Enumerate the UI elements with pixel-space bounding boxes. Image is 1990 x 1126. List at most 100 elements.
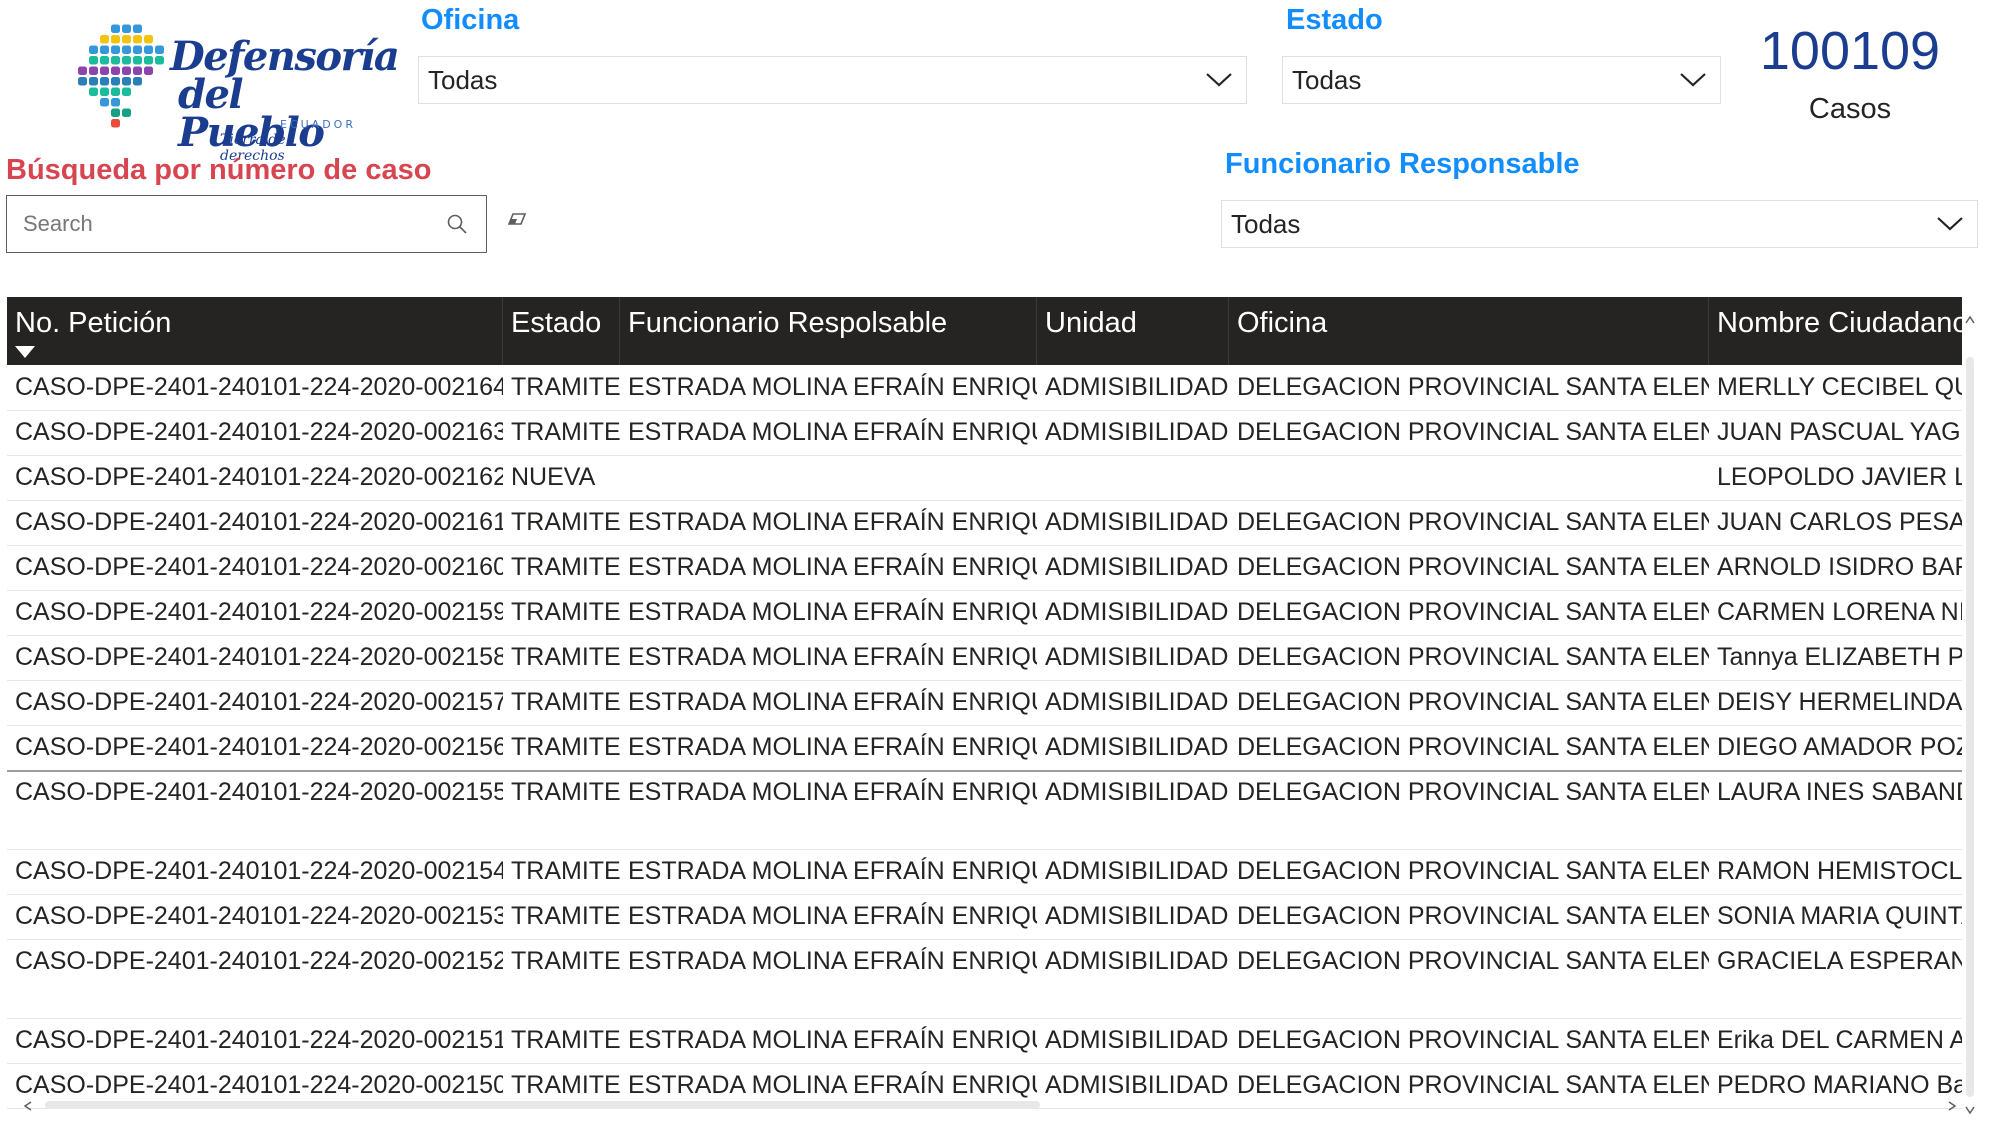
defensoria-logo: Defensoría del Pueblo ECUADOR Tierra de … — [70, 10, 400, 164]
cell-estado: TRAMITE — [511, 508, 620, 536]
casos-table: No. Petición Estado Funcionario Respolsa… — [7, 297, 1962, 1120]
cell-estado: TRAMITE — [511, 688, 620, 716]
cell-no-peticion: CASO-DPE-2401-240101-224-2020-002162 — [15, 463, 503, 491]
table-row[interactable]: CASO-DPE-2401-240101-224-2020-002158 TRAM… — [7, 635, 1962, 681]
cell-no-peticion: CASO-DPE-2401-240101-224-2020-002159 — [15, 598, 503, 626]
casos-label: Casos — [1808, 93, 1892, 125]
cell-funcionario: ESTRADA MOLINA EFRAÍN ENRIQUE — [628, 598, 1037, 626]
column-header-nombre-ciudadano[interactable]: Nombre Ciudadano — [1709, 297, 1962, 365]
cell-unidad: ADMISIBILIDAD — [1045, 1026, 1229, 1054]
cell-nombre-ciudadano: GRACIELA ESPERANZA — [1717, 947, 1962, 975]
cell-funcionario: ESTRADA MOLINA EFRAÍN ENRIQUE — [628, 902, 1037, 930]
logo-tile — [89, 56, 98, 65]
cell-funcionario: ESTRADA MOLINA EFRAÍN ENRIQUE — [628, 1026, 1037, 1054]
cell-nombre-ciudadano: DIEGO AMADOR POZO — [1717, 733, 1962, 761]
scroll-down-icon[interactable] — [1964, 1105, 1976, 1115]
logo-tile — [111, 35, 120, 44]
cell-oficina: DELEGACION PROVINCIAL SANTA ELENA — [1237, 1026, 1709, 1054]
table-row[interactable]: CASO-DPE-2401-240101-224-2020-002157 TRAM… — [7, 680, 1962, 726]
logo-tile — [100, 87, 109, 96]
cell-oficina: DELEGACION PROVINCIAL SANTA ELENA — [1237, 373, 1709, 401]
cell-no-peticion: CASO-DPE-2401-240101-224-2020-002153 — [15, 902, 503, 930]
cell-funcionario: ESTRADA MOLINA EFRAÍN ENRIQUE — [628, 643, 1037, 671]
cell-nombre-ciudadano: ARNOLD ISIDRO BARZOLA — [1717, 553, 1962, 581]
cell-unidad: ADMISIBILIDAD — [1045, 778, 1229, 806]
case-search-box[interactable] — [6, 195, 487, 253]
logo-tile — [89, 66, 98, 75]
cell-estado: TRAMITE — [511, 1026, 620, 1054]
eraser-icon[interactable] — [505, 210, 529, 230]
logo-tile — [111, 108, 120, 117]
cell-no-peticion: CASO-DPE-2401-240101-224-2020-002164 — [15, 373, 503, 401]
funcionario-dropdown[interactable]: Todas — [1221, 200, 1978, 248]
cell-no-peticion: CASO-DPE-2401-240101-224-2020-002157 — [15, 688, 503, 716]
column-header-no-peticion[interactable]: No. Petición — [7, 297, 503, 365]
sort-descending-icon[interactable] — [15, 346, 35, 358]
cell-estado: TRAMITE — [511, 778, 620, 806]
cell-nombre-ciudadano: LEOPOLDO JAVIER Larrea — [1717, 463, 1962, 491]
vertical-scrollbar[interactable] — [1962, 297, 1978, 1120]
logo-tile — [111, 98, 120, 107]
cell-no-peticion: CASO-DPE-2401-240101-224-2020-002160 — [15, 553, 503, 581]
cell-oficina: DELEGACION PROVINCIAL SANTA ELENA — [1237, 947, 1709, 975]
search-icon[interactable] — [446, 213, 468, 235]
case-search-input[interactable] — [21, 210, 446, 238]
scroll-up-icon[interactable] — [1964, 315, 1976, 325]
cell-no-peticion: CASO-DPE-2401-240101-224-2020-002161 — [15, 508, 503, 536]
column-header-unidad[interactable]: Unidad — [1037, 297, 1229, 365]
column-header-funcionario[interactable]: Funcionario Respolsable — [620, 297, 1037, 365]
cell-funcionario: ESTRADA MOLINA EFRAÍN ENRIQUE — [628, 508, 1037, 536]
vertical-scroll-thumb[interactable] — [1966, 357, 1974, 1097]
logo-tile — [133, 45, 142, 54]
table-row[interactable]: CASO-DPE-2401-240101-224-2020-002161 TRAM… — [7, 500, 1962, 546]
logo-tile — [144, 66, 153, 75]
logo-tile — [122, 108, 131, 117]
cell-nombre-ciudadano: DEISY HERMELINDA CEDEÑO — [1717, 688, 1962, 716]
estado-dropdown-value: Todas — [1292, 64, 1362, 95]
scroll-right-icon[interactable] — [1947, 1100, 1957, 1112]
logo-tile — [78, 66, 87, 75]
cell-estado: TRAMITE — [511, 902, 620, 930]
table-row[interactable]: CASO-DPE-2401-240101-224-2020-002163 TRAM… — [7, 410, 1962, 456]
cell-unidad: ADMISIBILIDAD — [1045, 902, 1229, 930]
logo-tile — [111, 77, 120, 86]
cell-oficina: DELEGACION PROVINCIAL SANTA ELENA — [1237, 902, 1709, 930]
table-row[interactable]: CASO-DPE-2401-240101-224-2020-002162 NUEV… — [7, 455, 1962, 501]
funcionario-dropdown-value: Todas — [1231, 208, 1301, 239]
logo-tile — [78, 77, 87, 86]
table-row[interactable]: CASO-DPE-2401-240101-224-2020-002152 TRAM… — [7, 939, 1962, 1019]
table-row[interactable]: CASO-DPE-2401-240101-224-2020-002159 TRAM… — [7, 590, 1962, 636]
logo-tile — [122, 87, 131, 96]
cell-unidad: ADMISIBILIDAD — [1045, 947, 1229, 975]
table-row[interactable]: CASO-DPE-2401-240101-224-2020-002156 TRAM… — [7, 725, 1962, 772]
cell-funcionario: ESTRADA MOLINA EFRAÍN ENRIQUE — [628, 778, 1037, 806]
cell-no-peticion: CASO-DPE-2401-240101-224-2020-002151 — [15, 1026, 503, 1054]
logo-tile — [133, 77, 142, 86]
scroll-left-icon[interactable] — [23, 1100, 33, 1112]
cell-unidad: ADMISIBILIDAD — [1045, 857, 1229, 885]
oficina-dropdown[interactable]: Todas — [418, 56, 1247, 104]
cell-unidad: ADMISIBILIDAD — [1045, 418, 1229, 446]
table-row[interactable]: CASO-DPE-2401-240101-224-2020-002154 TRAM… — [7, 849, 1962, 895]
logo-tile — [133, 66, 142, 75]
table-row[interactable]: CASO-DPE-2401-240101-224-2020-002160 TRAM… — [7, 545, 1962, 591]
horizontal-scroll-thumb[interactable] — [45, 1101, 1040, 1109]
estado-dropdown[interactable]: Todas — [1282, 56, 1721, 104]
column-header-estado[interactable]: Estado — [503, 297, 620, 365]
cell-estado: TRAMITE — [511, 598, 620, 626]
logo-tile — [122, 35, 131, 44]
table-row[interactable]: CASO-DPE-2401-240101-224-2020-002151 TRAM… — [7, 1018, 1962, 1064]
column-header-oficina[interactable]: Oficina — [1229, 297, 1709, 365]
cell-nombre-ciudadano: Tannya ELIZABETH PLAZA — [1717, 643, 1962, 671]
cell-unidad: ADMISIBILIDAD — [1045, 643, 1229, 671]
table-row[interactable]: CASO-DPE-2401-240101-224-2020-002153 TRAM… — [7, 894, 1962, 940]
logo-tile — [89, 77, 98, 86]
table-row[interactable]: CASO-DPE-2401-240101-224-2020-002164 TRAM… — [7, 365, 1962, 411]
logo-tile — [122, 77, 131, 86]
table-row[interactable]: CASO-DPE-2401-240101-224-2020-002155 TRAM… — [7, 770, 1962, 850]
horizontal-scrollbar[interactable] — [7, 1097, 1962, 1113]
logo-country: ECUADOR — [280, 118, 356, 131]
cell-unidad: ADMISIBILIDAD — [1045, 553, 1229, 581]
logo-tile — [122, 56, 131, 65]
logo-tile — [144, 35, 153, 44]
